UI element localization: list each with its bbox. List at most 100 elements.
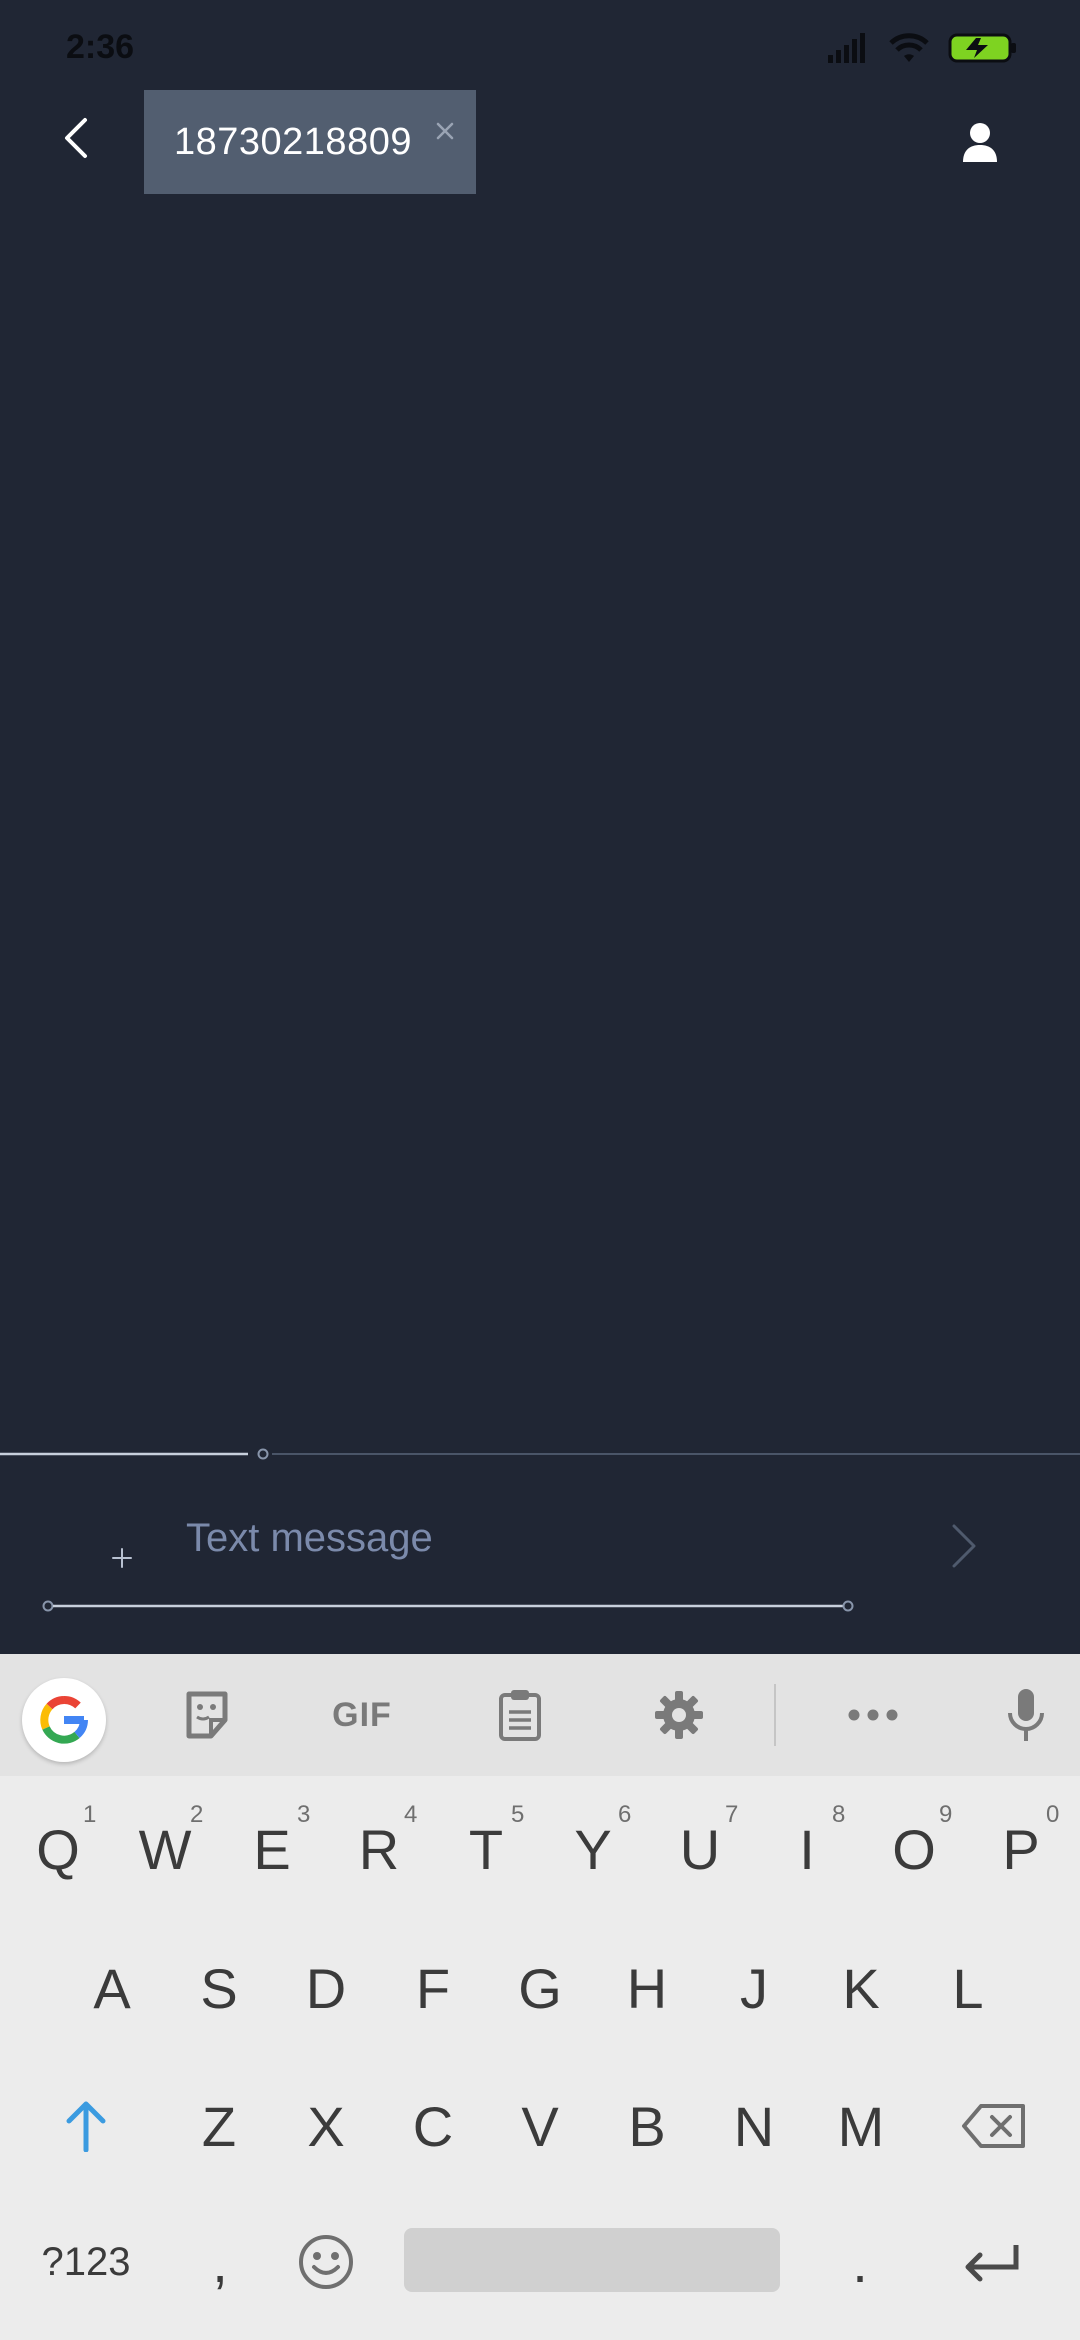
emoji-key[interactable]: [276, 2202, 376, 2322]
key-label: W: [138, 1817, 192, 1881]
key-m[interactable]: M: [811, 2066, 911, 2186]
key-t[interactable]: T5: [436, 1789, 536, 1909]
key-hint: 5: [511, 1801, 525, 1828]
key-u[interactable]: U7: [650, 1789, 750, 1909]
key-label: T: [468, 1817, 504, 1881]
wifi-icon: [889, 33, 929, 62]
voice-input-button[interactable]: [1004, 1676, 1048, 1754]
key-c[interactable]: C: [383, 2066, 483, 2186]
comma-key[interactable]: ,: [170, 2202, 270, 2322]
shift-key[interactable]: [36, 2066, 136, 2186]
key-q[interactable]: Q1: [8, 1789, 108, 1909]
symbols-key[interactable]: ?123: [26, 2202, 146, 2322]
status-time: 2:36: [66, 28, 135, 66]
keyboard: GIF Q 1 W 2 E 3 R 4 T 5 Y 6 U 7 I 8 O 9 …: [0, 1654, 1080, 2340]
key-z[interactable]: Z: [169, 2066, 269, 2186]
key-label: G: [518, 1956, 562, 2020]
key-hint: 0: [1046, 1801, 1060, 1828]
key-hint: 4: [404, 1801, 418, 1828]
emoji-smiley-icon: [299, 2235, 353, 2289]
key-s[interactable]: S: [169, 1928, 269, 2048]
plus-icon[interactable]: [104, 1540, 140, 1576]
key-label: V: [521, 2094, 559, 2158]
key-i[interactable]: I8: [757, 1789, 857, 1909]
key-label: K: [842, 1956, 880, 2020]
key-v[interactable]: V: [490, 2066, 590, 2186]
key-n[interactable]: N: [704, 2066, 804, 2186]
status-icons: [828, 32, 1018, 64]
key-label: X: [307, 2094, 345, 2158]
clipboard-icon: [499, 1690, 541, 1741]
status-bar: 2:36: [0, 0, 1080, 96]
settings-button[interactable]: [652, 1676, 706, 1754]
google-g-icon: [40, 1696, 88, 1744]
key-label: S: [200, 1956, 238, 2020]
key-w[interactable]: W2: [115, 1789, 215, 1909]
key-hint: 9: [939, 1801, 953, 1828]
send-chevron-icon[interactable]: [944, 1522, 984, 1570]
person-icon[interactable]: [950, 114, 1010, 174]
back-button[interactable]: [44, 106, 108, 170]
key-label: Q: [36, 1817, 80, 1881]
google-button[interactable]: [22, 1678, 106, 1762]
sticker-button[interactable]: [178, 1676, 236, 1754]
key-label: Z: [201, 2094, 237, 2158]
key-e[interactable]: E3: [222, 1789, 322, 1909]
compose-bar: [0, 1470, 1080, 1654]
key-label: L: [952, 1956, 984, 2020]
key-x[interactable]: X: [276, 2066, 376, 2186]
message-input[interactable]: [186, 1506, 906, 1570]
key-b[interactable]: B: [597, 2066, 697, 2186]
key-g[interactable]: G: [490, 1928, 590, 2048]
key-hint: 7: [725, 1801, 739, 1828]
recipient-chip[interactable]: 18730218809: [144, 90, 476, 194]
key-label: J: [740, 1956, 768, 2020]
microphone-icon: [1008, 1689, 1044, 1741]
settings-gear-icon: [655, 1691, 703, 1739]
key-label: D: [305, 1956, 347, 2020]
battery-charging-icon: [948, 33, 1016, 63]
conversation-header: 18730218809: [0, 88, 1080, 198]
key-a[interactable]: A: [62, 1928, 162, 2048]
key-label: F: [415, 1956, 451, 2020]
key-y[interactable]: Y6: [543, 1789, 643, 1909]
backspace-key[interactable]: [944, 2066, 1044, 2186]
key-hint: 8: [832, 1801, 846, 1828]
key-j[interactable]: J: [704, 1928, 804, 2048]
input-underline: [42, 1600, 854, 1612]
compose-divider: [0, 1448, 1080, 1460]
more-button[interactable]: [846, 1676, 900, 1754]
enter-key[interactable]: [942, 2202, 1042, 2322]
key-p[interactable]: P0: [971, 1789, 1071, 1909]
key-r[interactable]: R4: [329, 1789, 429, 1909]
enter-arrow-icon: [965, 2245, 1019, 2282]
backspace-icon: [962, 2104, 1025, 2148]
shift-arrow-icon: [66, 2101, 106, 2152]
toolbar-separator: [774, 1684, 776, 1746]
key-label: U: [679, 1817, 721, 1881]
gif-button[interactable]: GIF: [324, 1676, 400, 1754]
key-label: Y: [574, 1817, 612, 1881]
key-label: .: [852, 2230, 868, 2294]
close-icon[interactable]: [430, 116, 460, 146]
clipboard-button[interactable]: [494, 1676, 546, 1754]
key-o[interactable]: O9: [864, 1789, 964, 1909]
key-hint: 6: [618, 1801, 632, 1828]
key-hint: 3: [297, 1801, 311, 1828]
key-label: ,: [212, 2230, 228, 2294]
key-f[interactable]: F: [383, 1928, 483, 2048]
key-label: R: [358, 1817, 400, 1881]
key-l[interactable]: L: [918, 1928, 1018, 2048]
period-key[interactable]: .: [810, 2202, 910, 2322]
key-hint: 1: [83, 1801, 97, 1828]
key-label: P: [1002, 1817, 1040, 1881]
key-label: E: [253, 1817, 291, 1881]
key-d[interactable]: D: [276, 1928, 376, 2048]
key-label: B: [628, 2094, 666, 2158]
key-k[interactable]: K: [811, 1928, 911, 2048]
key-h[interactable]: H: [597, 1928, 697, 2048]
key-label: C: [412, 2094, 454, 2158]
signal-icon: [828, 33, 865, 63]
sticker-icon: [186, 1691, 228, 1739]
space-key[interactable]: [404, 2228, 780, 2292]
